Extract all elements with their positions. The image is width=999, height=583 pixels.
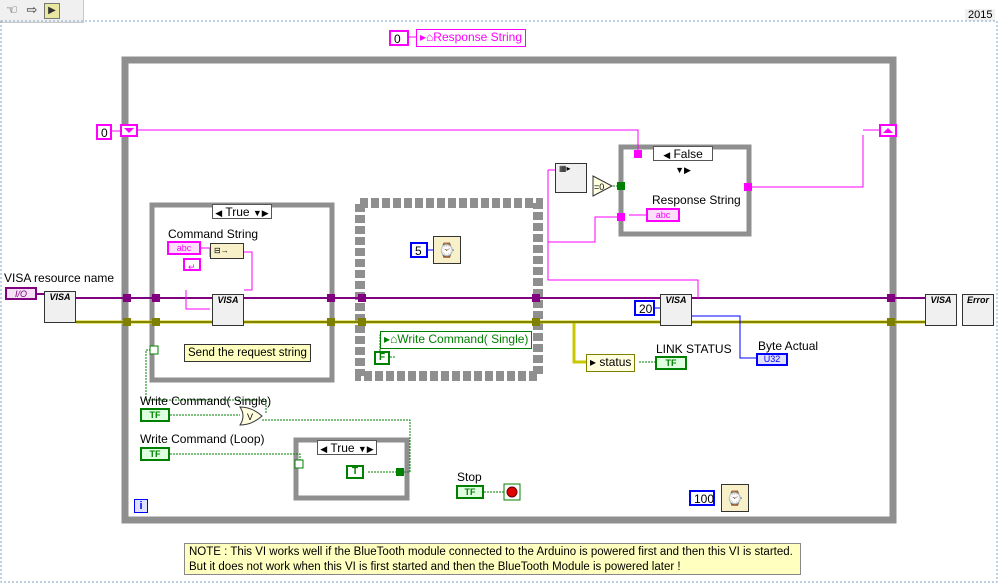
equal-zero-text: =0: [594, 182, 605, 192]
loop-wait-node[interactable]: ⌚: [721, 484, 749, 512]
while-loop: [121, 56, 897, 524]
concat-string-node[interactable]: ⊟→: [210, 243, 244, 259]
local-var-arrow-icon: ▸⌂: [420, 30, 434, 44]
visa-write-node[interactable]: VISA: [212, 294, 244, 326]
true-constant[interactable]: T: [346, 465, 364, 479]
visa-resource-name-label: VISA resource name: [4, 271, 115, 285]
response-init-constant[interactable]: 0: [389, 30, 409, 46]
stop-label: Stop: [457, 470, 482, 484]
loop-init-zero-constant[interactable]: 0: [96, 124, 112, 140]
wristwatch-icon: ⌚: [726, 490, 744, 506]
false-constant[interactable]: F: [374, 351, 390, 365]
crlf-constant[interactable]: ↵: [183, 258, 201, 272]
iteration-terminal: i: [134, 499, 148, 513]
case-selector-response[interactable]: ◀ False ▼▶: [653, 146, 713, 175]
block-diagram: ☜ ⇨ ▶ 2015 V 0 ▸⌂Response String 0 VISA …: [0, 0, 999, 583]
byte-actual-indicator[interactable]: U32: [756, 353, 788, 366]
bytes-to-read-constant[interactable]: 20: [634, 300, 655, 316]
visa-resource-control[interactable]: I/O: [5, 287, 37, 300]
command-string-control[interactable]: abc: [167, 241, 201, 255]
note-comment: NOTE : This VI works well if the BlueToo…: [184, 543, 801, 575]
write-command-single-control[interactable]: TF: [140, 408, 170, 422]
response-string-indicator[interactable]: abc: [646, 208, 680, 222]
response-string-local-top[interactable]: ▸⌂Response String: [416, 29, 526, 47]
response-string-label: Response String: [652, 193, 741, 207]
byte-actual-label: Byte Actual: [758, 339, 819, 353]
visa-close-node[interactable]: VISA: [925, 294, 957, 326]
error-handler-node[interactable]: Error: [962, 294, 994, 326]
diagram-svg: V: [0, 20, 998, 583]
visa-wires: [37, 293, 925, 299]
or-function: V: [239, 406, 263, 426]
wristwatch-icon: ⌚: [438, 242, 456, 258]
send-request-comment: Send the request string: [184, 344, 311, 362]
crlf-icon: ↵: [188, 262, 196, 272]
visa-open-node[interactable]: VISA: [44, 291, 76, 323]
wait-ms-constant[interactable]: 5: [410, 242, 428, 258]
note-line-1: NOTE : This VI works well if the BlueToo…: [189, 546, 793, 558]
dropdown-arrow-icon: ▼▶: [675, 165, 691, 175]
status-unbundle-node[interactable]: ▸ status: [586, 354, 636, 372]
case-selector-loop[interactable]: ◀ True ▼▶: [317, 440, 377, 455]
dropdown-arrow-icon: ▼▶: [357, 444, 374, 454]
write-command-single-label: Write Command( Single): [140, 394, 272, 408]
left-arrow-icon: ◀: [215, 208, 223, 218]
wait-ms-node[interactable]: ⌚: [433, 236, 461, 264]
property-node-icon: ▦▸: [559, 164, 571, 173]
stop-terminal: [503, 483, 521, 501]
bytes-at-port-node[interactable]: ▦▸: [555, 163, 587, 193]
visa-read-node[interactable]: VISA: [660, 294, 692, 326]
left-arrow-icon: ◀: [663, 150, 671, 160]
write-command-loop-label: Write Command (Loop): [140, 432, 265, 446]
loop-wait-constant[interactable]: 100: [689, 490, 715, 506]
note-line-2: But it does not work when this VI is fir…: [189, 561, 681, 573]
left-arrow-icon: ◀: [320, 444, 328, 454]
link-status-label: LINK STATUS: [656, 342, 732, 356]
link-status-indicator[interactable]: TF: [655, 356, 687, 370]
case-selector-send[interactable]: ◀ True ▼▶: [212, 204, 272, 219]
write-command-local-var[interactable]: ▸⌂Write Command( Single): [380, 331, 533, 349]
dropdown-arrow-icon: ▼▶: [252, 208, 269, 218]
string-wires: [112, 36, 880, 310]
write-command-loop-control[interactable]: TF: [140, 447, 170, 461]
stop-control[interactable]: TF: [456, 485, 484, 499]
svg-text:V: V: [247, 412, 253, 422]
unbundle-arrow-icon: ▸: [590, 355, 597, 369]
concat-icon: ⊟→: [214, 246, 229, 255]
local-var-arrow-icon: ▸⌂: [384, 332, 398, 346]
command-string-label: Command String: [168, 227, 259, 241]
